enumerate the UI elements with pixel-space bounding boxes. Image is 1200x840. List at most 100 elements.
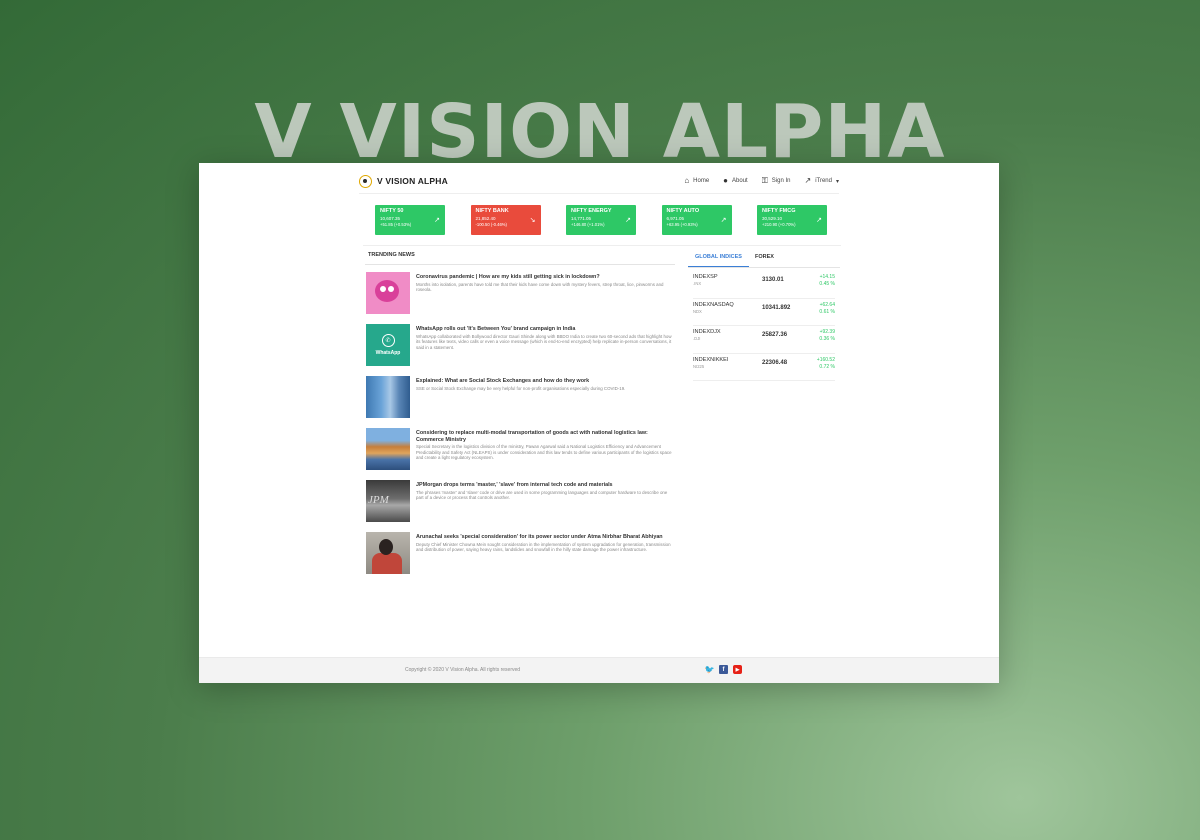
news-item[interactable]: Arunachal seeks 'special consideration' … bbox=[366, 532, 676, 584]
nav-sign-in-label: Sign In bbox=[771, 178, 791, 184]
brand-name: V VISION ALPHA bbox=[377, 176, 448, 186]
nav-about[interactable]: ● About bbox=[723, 177, 748, 185]
index-row[interactable]: INDEXNASDAQ NDX 10341.892 +62.64 0.61 % bbox=[693, 299, 835, 326]
whatsapp-icon: ✆ bbox=[381, 334, 395, 347]
chevron-down-icon: ▾ bbox=[835, 178, 839, 185]
jpmorgan-image[interactable]: JPM bbox=[366, 480, 410, 522]
brand-logo-icon bbox=[359, 174, 372, 188]
news-item[interactable]: JPM JPMorgan drops terms 'master,' 'slav… bbox=[366, 480, 676, 532]
news-item[interactable]: Coronavirus pandemic | How are my kids s… bbox=[366, 272, 676, 324]
news-summary: Deputy Chief Minister Chowna Mein sought… bbox=[416, 541, 671, 553]
news-item[interactable]: ✆ WhatsApp WhatsApp rolls out 'It's Betw… bbox=[366, 324, 676, 376]
trend-icon: ↗ bbox=[804, 176, 812, 185]
tab-forex[interactable]: FOREX bbox=[749, 251, 780, 267]
card-value: 6,971.05 bbox=[666, 216, 685, 221]
news-summary: SSE or Social Stock Exchange may be very… bbox=[416, 385, 626, 391]
trend-up-icon: ↗ bbox=[625, 217, 631, 224]
card-name: NIFTY ENERGY bbox=[571, 208, 612, 214]
germ-image[interactable] bbox=[366, 272, 410, 314]
index-price: 25827.36 bbox=[762, 332, 788, 338]
building-image[interactable] bbox=[366, 376, 410, 418]
news-divider bbox=[365, 264, 675, 265]
card-nifty-auto[interactable]: NIFTY AUTO 6,971.05 +63.95 (+0.93%) ↗ bbox=[661, 205, 732, 235]
news-headline[interactable]: JPMorgan drops terms 'master,' 'slave' f… bbox=[416, 482, 676, 489]
trend-up-icon: ↗ bbox=[720, 217, 727, 224]
navbar-divider bbox=[359, 193, 839, 194]
card-name: NIFTY 50 bbox=[380, 208, 404, 214]
website-screenshot: V VISION ALPHA ⌂ Home ● About ⚿ Sign In … bbox=[199, 163, 999, 683]
facebook-icon[interactable]: f bbox=[719, 665, 728, 674]
tab-global-indices[interactable]: GLOBAL INDICES bbox=[688, 251, 749, 267]
card-change: +63.95 (+0.93%) bbox=[666, 222, 698, 227]
card-nifty-50[interactable]: NIFTY 50 10,607.35 +51.85 (+0.53%) ↗ bbox=[375, 205, 445, 235]
index-name: INDEXDJX bbox=[693, 329, 721, 335]
jpmorgan-image-label: JPM bbox=[368, 494, 389, 506]
index-price: 3130.01 bbox=[762, 277, 784, 283]
news-summary: Months into isolation, parents have told… bbox=[416, 281, 664, 293]
card-change: +146.80 (+1.01%) bbox=[571, 222, 605, 227]
card-value: 30,529.10 bbox=[762, 216, 783, 221]
twitter-icon[interactable]: 🐦 bbox=[705, 665, 715, 674]
nav-home-label: Home bbox=[693, 178, 710, 184]
index-name: INDEXNASDAQ bbox=[693, 301, 734, 308]
section-divider bbox=[363, 245, 841, 246]
brand[interactable]: V VISION ALPHA bbox=[359, 174, 448, 188]
index-change: +160.52 bbox=[816, 356, 835, 363]
whatsapp-image[interactable]: ✆ WhatsApp bbox=[366, 324, 410, 366]
card-name: NIFTY AUTO bbox=[666, 208, 700, 214]
index-row[interactable]: INDEXSP .INX 3130.01 +14.15 0.45 % bbox=[693, 271, 835, 299]
index-change-pct: 0.61 % bbox=[819, 308, 835, 315]
index-ticker: NDX bbox=[693, 308, 702, 314]
index-change: +92.39 bbox=[819, 329, 835, 335]
navbar: V VISION ALPHA ⌂ Home ● About ⚿ Sign In … bbox=[359, 171, 839, 191]
footer: Copyright © 2020 V Vision Alpha. All rig… bbox=[199, 657, 999, 683]
index-change-pct: 0.45 % bbox=[819, 281, 835, 287]
key-icon: ⚿ bbox=[761, 176, 768, 185]
index-row[interactable]: INDEXNIKKEI NI225 22306.48 +160.52 0.72 … bbox=[693, 354, 835, 381]
news-headline[interactable]: Explained: What are Social Stock Exchang… bbox=[416, 378, 625, 385]
news-headline[interactable]: Coronavirus pandemic | How are my kids s… bbox=[416, 274, 676, 281]
news-summary: The phrases 'master' and 'slave' code or… bbox=[416, 489, 668, 501]
card-nifty-energy[interactable]: NIFTY ENERGY 14,771.05 +146.80 (+1.01%) … bbox=[566, 205, 636, 235]
news-item[interactable]: Considering to replace multi-modal trans… bbox=[366, 428, 676, 480]
nav-sign-in[interactable]: ⚿ Sign In bbox=[762, 177, 791, 185]
index-ticker: NI225 bbox=[693, 363, 705, 369]
card-name: NIFTY BANK bbox=[475, 208, 509, 214]
news-summary: Special Secretary in the logistics divis… bbox=[416, 444, 672, 461]
news-item[interactable]: Explained: What are Social Stock Exchang… bbox=[366, 376, 676, 428]
nav-home[interactable]: ⌂ Home bbox=[684, 177, 709, 185]
indices-tabs: GLOBAL INDICES FOREX bbox=[688, 251, 840, 268]
card-value: 21,852.40 bbox=[475, 216, 496, 221]
news-headline[interactable]: Arunachal seeks 'special consideration' … bbox=[416, 534, 676, 541]
card-change: -100.50 (-0.46%) bbox=[475, 222, 507, 227]
card-value: 14,771.05 bbox=[571, 216, 592, 221]
card-nifty-bank[interactable]: NIFTY BANK 21,852.40 -100.50 (-0.46%) ↘ bbox=[470, 205, 541, 235]
index-ticker: .DJI bbox=[693, 336, 701, 341]
card-nifty-fmcg[interactable]: NIFTY FMCG 30,529.10 +210.90 (+0.70%) ↗ bbox=[757, 205, 827, 235]
card-name: NIFTY FMCG bbox=[762, 208, 796, 214]
news-list: Coronavirus pandemic | How are my kids s… bbox=[366, 272, 676, 584]
person-image[interactable] bbox=[366, 532, 410, 574]
news-headline[interactable]: WhatsApp rolls out 'It's Between You' br… bbox=[416, 326, 676, 333]
index-ticker: .INX bbox=[693, 281, 702, 286]
trending-news-heading: TRENDING NEWS bbox=[368, 252, 415, 258]
port-image[interactable] bbox=[366, 428, 410, 470]
trend-down-icon: ↘ bbox=[529, 217, 536, 224]
hero-title: V VISION ALPHA bbox=[254, 89, 946, 175]
nav-itrend[interactable]: ↗ iTrend ▾ bbox=[804, 177, 839, 185]
news-summary: WhatsApp collaborated with Bollywood dir… bbox=[416, 333, 672, 350]
youtube-icon[interactable]: ▶ bbox=[733, 665, 742, 674]
indices-list: INDEXSP .INX 3130.01 +14.15 0.45 % INDEX… bbox=[693, 271, 835, 381]
index-change: +62.64 bbox=[819, 301, 835, 308]
card-value: 10,607.35 bbox=[380, 216, 401, 221]
nav-itrend-label: iTrend bbox=[815, 178, 832, 184]
trend-up-icon: ↗ bbox=[816, 217, 822, 224]
index-change: +14.15 bbox=[819, 274, 835, 280]
user-icon: ● bbox=[723, 176, 729, 185]
nav-about-label: About bbox=[732, 178, 748, 184]
index-row[interactable]: INDEXDJX .DJI 25827.36 +92.39 0.36 % bbox=[693, 326, 835, 354]
news-headline[interactable]: Considering to replace multi-modal trans… bbox=[416, 430, 676, 443]
index-change-pct: 0.72 % bbox=[819, 363, 835, 370]
index-change-pct: 0.36 % bbox=[819, 336, 835, 342]
card-change: +210.90 (+0.70%) bbox=[762, 222, 796, 227]
